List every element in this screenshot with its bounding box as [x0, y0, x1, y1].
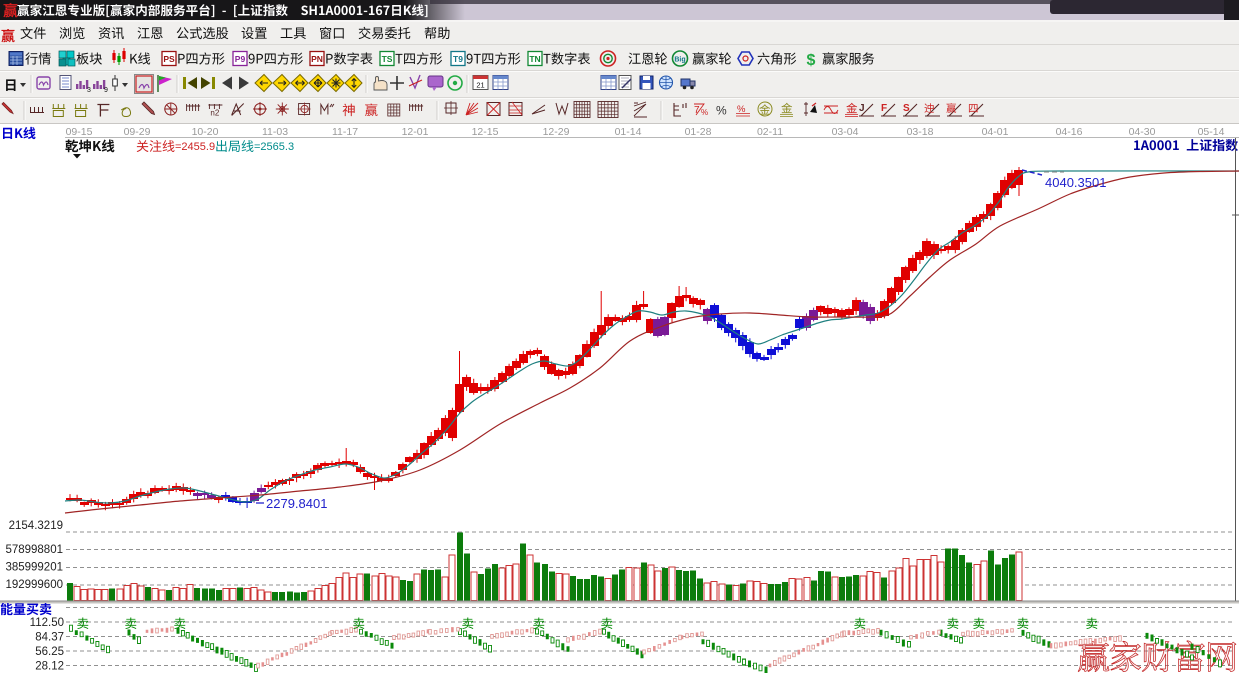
svg-text:01-28: 01-28 [685, 126, 712, 138]
svg-text:=2565.3: =2565.3 [254, 141, 294, 153]
svg-text:F: F [881, 103, 887, 114]
svg-text:112.50: 112.50 [30, 617, 64, 629]
svg-text:%: % [716, 104, 727, 118]
svg-text:P9: P9 [235, 54, 246, 64]
svg-text:10-20: 10-20 [192, 126, 219, 138]
svg-text:12-01: 12-01 [402, 126, 429, 138]
svg-text:03-18: 03-18 [907, 126, 934, 138]
svg-text:S: S [903, 103, 910, 114]
svg-text:11-03: 11-03 [262, 126, 288, 138]
svg-text:12-29: 12-29 [543, 126, 570, 138]
svg-text:TS: TS [382, 54, 393, 64]
svg-text:21: 21 [476, 81, 484, 90]
svg-text:T9: T9 [453, 54, 463, 64]
svg-text:$: $ [807, 52, 816, 69]
svg-text:PN: PN [311, 54, 323, 64]
svg-text:56.25: 56.25 [35, 646, 64, 658]
svg-text:11-17: 11-17 [332, 126, 358, 138]
svg-text:PS: PS [163, 54, 175, 64]
svg-text:=2455.9: =2455.9 [175, 141, 215, 153]
svg-text:2154.3219: 2154.3219 [9, 520, 63, 532]
svg-text:05-14: 05-14 [1198, 126, 1225, 138]
svg-text:192999600: 192999600 [5, 579, 63, 591]
svg-text:Big: Big [674, 57, 685, 64]
svg-text:%: % [701, 108, 708, 117]
svg-text:385999201: 385999201 [5, 562, 63, 574]
svg-text:84.37: 84.37 [35, 632, 64, 644]
svg-text:28.12: 28.12 [35, 661, 64, 673]
svg-text:9: 9 [104, 87, 108, 94]
svg-text:04-30: 04-30 [1129, 126, 1156, 138]
svg-text:02-11: 02-11 [757, 126, 783, 138]
svg-text:04-16: 04-16 [1056, 126, 1083, 138]
svg-text:12-15: 12-15 [472, 126, 499, 138]
svg-text:04-01: 04-01 [982, 126, 1009, 138]
svg-text:3: 3 [87, 87, 91, 94]
svg-text:578998801: 578998801 [5, 544, 63, 556]
svg-text:01-14: 01-14 [615, 126, 642, 138]
svg-text:J: J [859, 103, 865, 114]
svg-text:n2: n2 [210, 109, 219, 118]
svg-text:03-04: 03-04 [832, 126, 859, 138]
svg-text:4040.3501: 4040.3501 [1045, 175, 1106, 190]
svg-text:TN: TN [529, 54, 540, 64]
svg-text:09-29: 09-29 [124, 126, 151, 138]
svg-text:09-15: 09-15 [66, 126, 93, 138]
svg-text:2279.8401: 2279.8401 [266, 496, 327, 511]
